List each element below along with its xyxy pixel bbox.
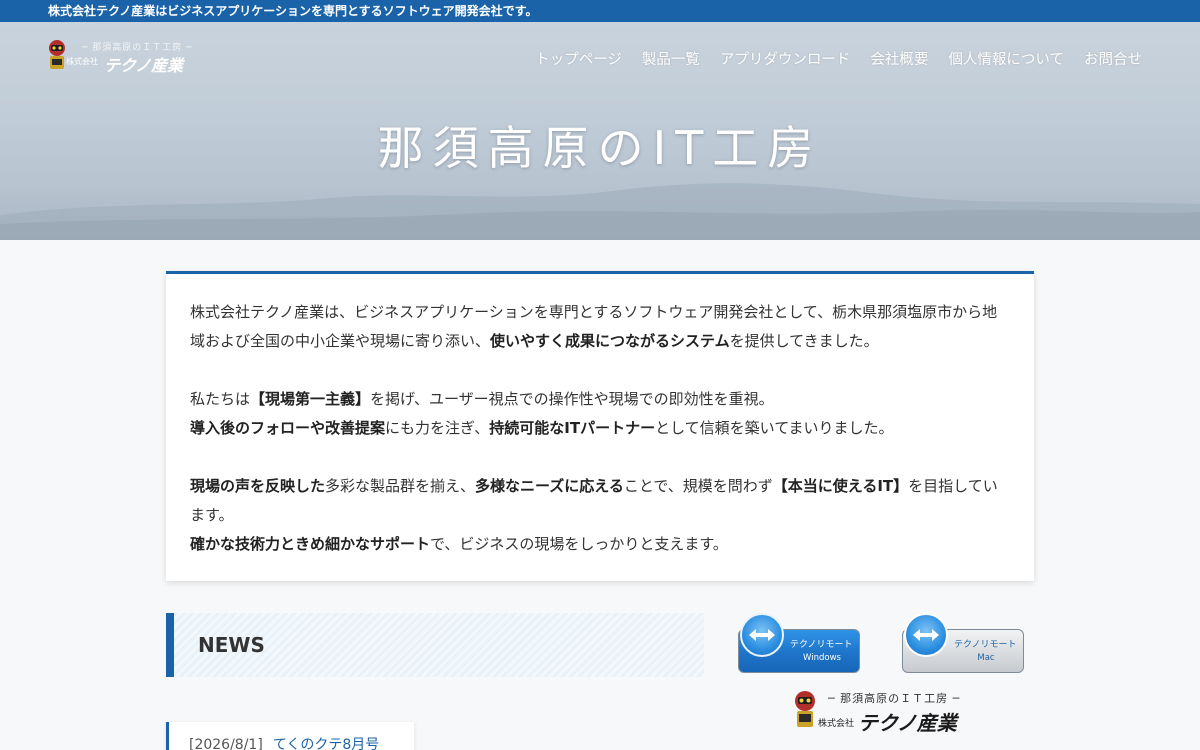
intro-paragraph-1: 株式会社テクノ産業は、ビジネスアプリケーションを専門とするソフトウェア開発会社と…	[190, 298, 1010, 356]
site-logo[interactable]: ─ 那須高原のＩＴ工房 ─ 株式会社 テクノ産業	[46, 39, 196, 75]
mascot-icon	[49, 40, 65, 69]
intro-emphasis: 導入後のフォローや改善提案	[190, 419, 386, 437]
intro-emphasis: 現場の声を反映した	[190, 477, 326, 495]
news-heading: NEWS	[198, 633, 265, 657]
intro-text: として信頼を築いてまいりました。	[655, 419, 894, 437]
intro-text: にも力を注ぎ、	[385, 419, 490, 437]
footer-logo-kabushiki: 株式会社	[818, 719, 855, 729]
logo-company-name: テクノ産業	[104, 56, 184, 75]
nav-app-download[interactable]: アプリダウンロード	[720, 48, 851, 69]
remote-mac-os: Mac	[977, 653, 995, 663]
hero-banner: ─ 那須高原のＩＴ工房 ─ 株式会社 テクノ産業 トップページ 製品一覧 アプリ…	[0, 22, 1200, 240]
intro-text: を提供してきました。	[729, 332, 879, 350]
techno-remote-windows-button[interactable]: テクノリモート Windows	[738, 613, 860, 675]
intro-card: 株式会社テクノ産業は、ビジネスアプリケーションを専門とするソフトウェア開発会社と…	[166, 271, 1034, 581]
news-date: [2026/8/1]	[189, 737, 263, 750]
intro-emphasis: 持続可能なITパートナー	[489, 419, 656, 437]
logo-kabushiki: 株式会社	[66, 57, 98, 66]
news-link[interactable]: てくのクテ8月号	[273, 737, 380, 750]
intro-text: を掲げ、ユーザー視点での操作性や現場での即効性を重視。	[370, 390, 774, 408]
intro-text: 多彩な製品群を揃え、	[325, 477, 476, 495]
hero-title: 那須高原のIT工房	[377, 121, 823, 175]
remote-windows-label: テクノリモート	[790, 640, 853, 650]
nav-products[interactable]: 製品一覧	[642, 48, 700, 69]
intro-text: 私たちは	[190, 390, 251, 408]
remote-mac-label: テクノリモート	[954, 640, 1017, 650]
intro-paragraph-3: 現場の声を反映した多彩な製品群を揃え、多様なニーズに応えることで、規模を問わず【…	[190, 472, 1010, 559]
footer-logo-name: テクノ産業	[858, 711, 957, 735]
mascot-icon	[795, 691, 815, 727]
footer-company-logo[interactable]: ─ 那須高原のＩＴ工房 ─ 株式会社 テクノ産業	[792, 690, 972, 735]
news-item: [2026/8/1] てくのクテ8月号	[166, 722, 414, 750]
remote-windows-os: Windows	[803, 653, 841, 663]
main-nav: トップページ 製品一覧 アプリダウンロード 会社概要 個人情報について お問合せ	[535, 48, 1142, 69]
intro-emphasis: 多様なニーズに応える	[475, 477, 624, 495]
nav-contact[interactable]: お問合せ	[1084, 48, 1142, 69]
remote-arrows-icon	[904, 613, 948, 657]
intro-paragraph-2: 私たちは【現場第一主義】を掲げ、ユーザー視点での操作性や現場での即効性を重視。 …	[190, 385, 1010, 443]
intro-emphasis: 確かな技術力ときめ細かなサポート	[190, 535, 431, 553]
techno-remote-mac-button[interactable]: テクノリモート Mac	[902, 613, 1024, 675]
announcement-text: 株式会社テクノ産業はビジネスアプリケーションを専門とするソフトウェア開発会社です…	[48, 4, 538, 18]
intro-text: ことで、規模を問わず	[623, 477, 773, 495]
intro-emphasis: 【現場第一主義】	[250, 390, 371, 408]
top-announcement-bar: 株式会社テクノ産業はビジネスアプリケーションを専門とするソフトウェア開発会社です…	[0, 0, 1200, 22]
nav-top-page[interactable]: トップページ	[535, 48, 622, 69]
intro-emphasis: 【本当に使えるIT】	[772, 477, 909, 495]
footer-logo-subtitle: ─ 那須高原のＩＴ工房 ─	[828, 692, 961, 705]
nav-privacy[interactable]: 個人情報について	[948, 48, 1064, 69]
news-heading-block: NEWS	[166, 613, 704, 677]
intro-emphasis: 使いやすく成果につながるシステム	[490, 332, 730, 350]
nav-company[interactable]: 会社概要	[870, 48, 928, 69]
remote-arrows-icon	[740, 613, 784, 657]
intro-text: で、ビジネスの現場をしっかりと支えます。	[430, 535, 728, 553]
